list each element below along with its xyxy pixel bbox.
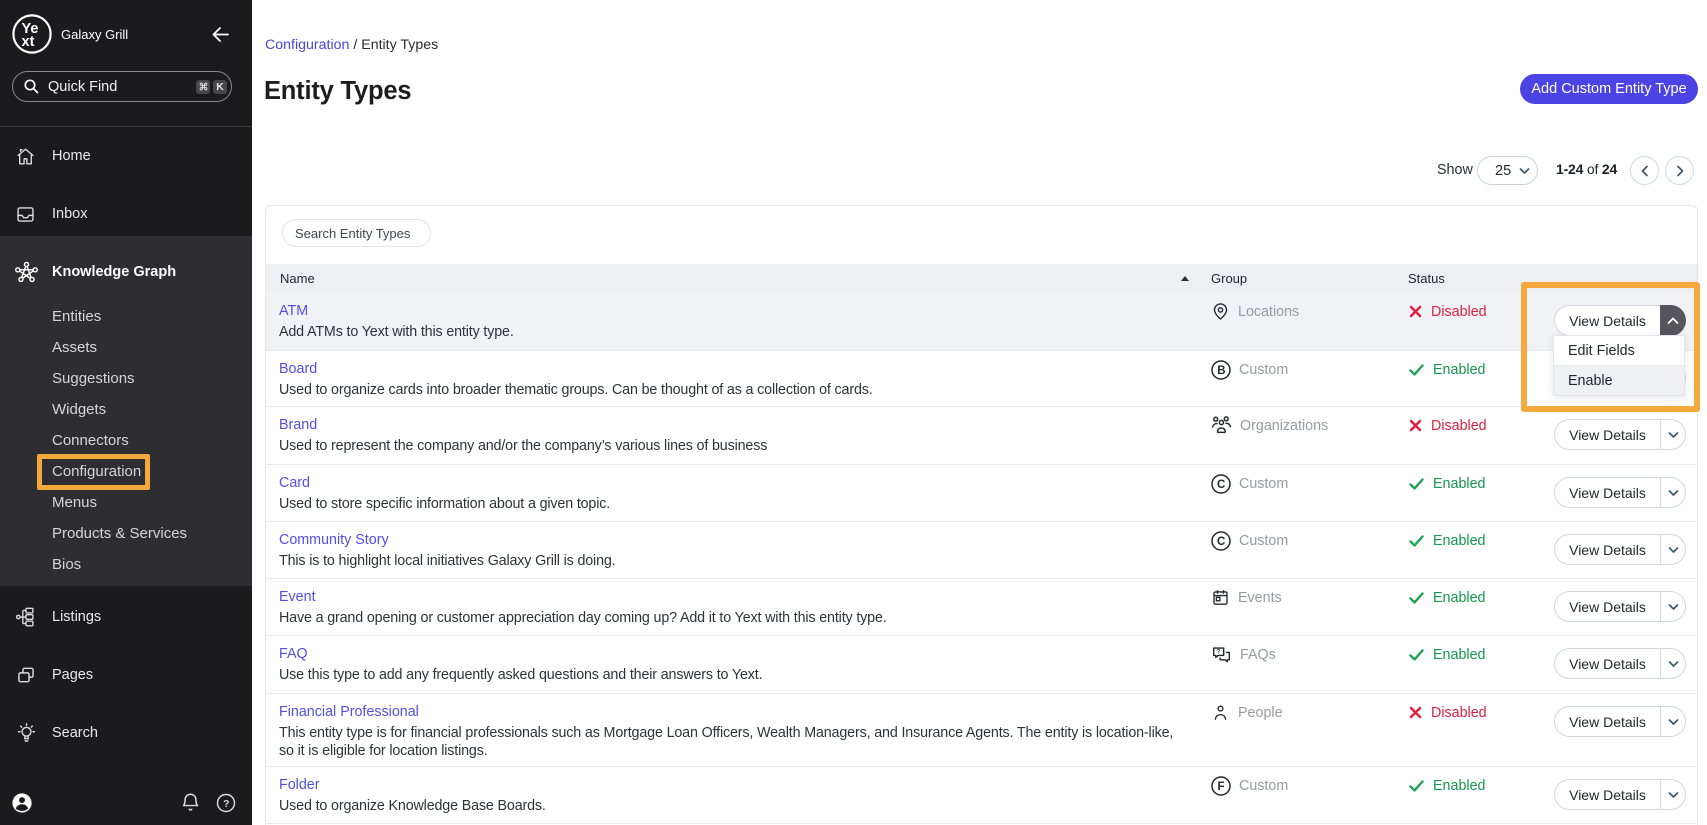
svg-text:xt: xt: [22, 34, 35, 50]
svg-text:?: ?: [223, 799, 229, 810]
svg-text:C: C: [1217, 479, 1225, 491]
svg-text:C: C: [1217, 536, 1225, 548]
svg-text:F: F: [1218, 781, 1225, 793]
svg-text:B: B: [1217, 365, 1225, 377]
svg-text:?: ?: [1216, 648, 1220, 655]
